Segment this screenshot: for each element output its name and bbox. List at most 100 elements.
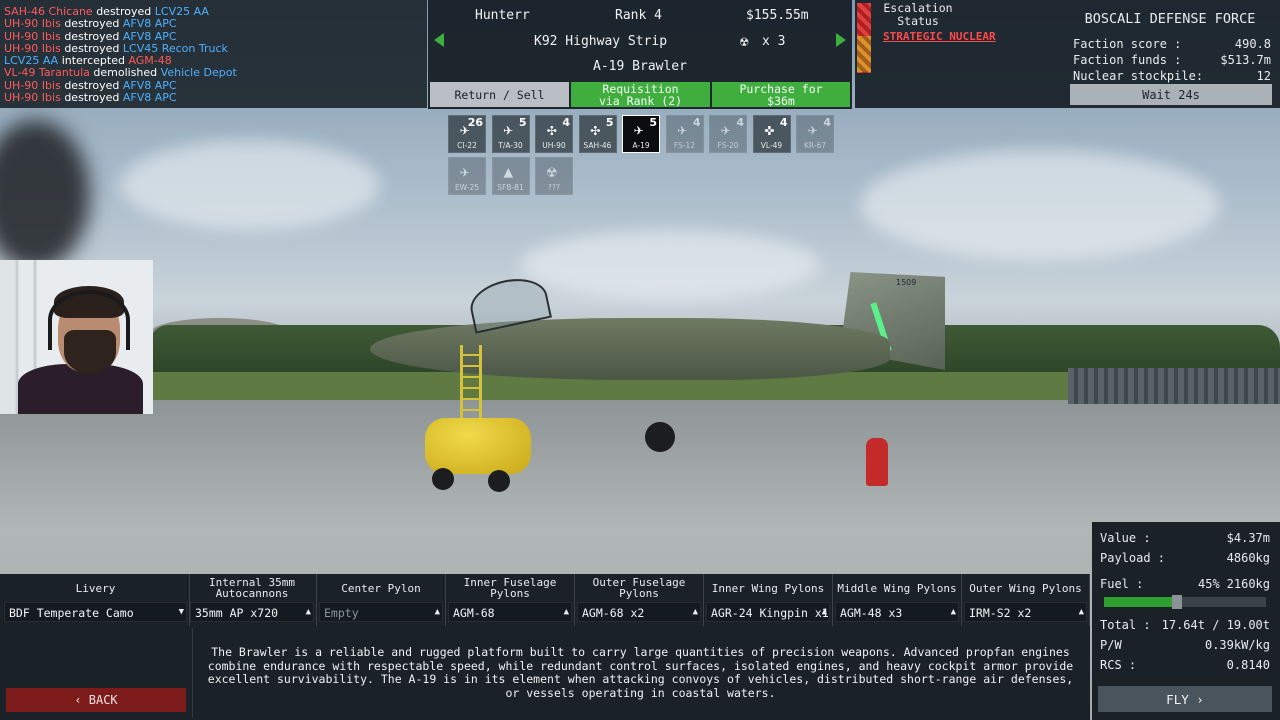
target: LCV45 Recon Truck	[122, 41, 228, 55]
loadout-dropdown[interactable]: AGM-68 x2	[577, 602, 701, 622]
back-button[interactable]: ‹ BACK	[6, 688, 186, 712]
attacker: VL-49 Tarantula	[4, 66, 90, 80]
attacker: UH-90 Ibis	[4, 41, 61, 55]
requisition-label: Requisition	[602, 81, 679, 96]
faction-score: 490.8	[1234, 37, 1271, 51]
location-row: K92 Highway Strip ☢ x 3	[428, 34, 852, 50]
rcs-label: RCS :	[1100, 658, 1137, 672]
purchase-price: $36m	[767, 93, 795, 108]
smoke-plume	[0, 120, 90, 270]
target: AGM-48	[128, 54, 172, 68]
dropdown-arrow-icon[interactable]: ▲	[951, 607, 956, 617]
fuel-slider-handle[interactable]	[1171, 595, 1182, 609]
aircraft-label: FS-20	[717, 141, 739, 150]
aircraft-slot-vl49[interactable]: ✜ 4 VL-49	[752, 115, 791, 153]
hangar-building	[1068, 368, 1280, 404]
loadout-panel: Livery BDF Temperate Camo ▼ Internal 35mm A…	[0, 574, 1090, 720]
attacker: SAH-46 Chicane	[4, 5, 93, 18]
fuel-label: Fuel :	[1100, 577, 1144, 591]
cart-wheel	[432, 468, 454, 490]
radiation-icon: ☢	[740, 34, 749, 50]
action-verb: demolished	[93, 66, 158, 80]
fuel-cart	[425, 418, 531, 474]
purchase-button[interactable]: Purchase for $36m	[712, 82, 850, 107]
location-name: K92 Highway Strip	[534, 34, 668, 49]
faction-funds-row: Faction funds : $513.7m	[1073, 53, 1271, 67]
loadout-dropdown[interactable]: AGR-24 Kingpin x12	[706, 602, 830, 622]
aircraft-description: The Brawler is a reliable and rugged pla…	[192, 628, 1088, 718]
loadout-dropdown[interactable]: 35mm AP x720	[190, 602, 314, 622]
dropdown-arrow-icon[interactable]: ▼	[179, 607, 184, 617]
aircraft-label: FS-12	[673, 141, 696, 150]
loadout-header: Outer Wing Pylons	[969, 581, 1082, 595]
nuke-count: x 3	[762, 34, 786, 49]
power-weight: 0.39kW/kg	[1204, 638, 1270, 652]
loadout-dropdown[interactable]: BDF Temperate Camo	[4, 602, 187, 622]
value-label: Value :	[1100, 531, 1151, 545]
aircraft-count: 5	[605, 116, 614, 129]
dropdown-arrow-icon[interactable]: ▲	[693, 607, 698, 617]
faction-score-row: Faction score : 490.8	[1073, 37, 1271, 51]
loadout-dropdown[interactable]: AGM-48 x3	[835, 602, 959, 622]
pw-label: P/W	[1100, 638, 1122, 652]
total-weight: 17.64t / 19.00t	[1161, 618, 1270, 632]
action-verb: destroyed	[64, 41, 120, 55]
aircraft-count: 26	[467, 116, 483, 129]
dropdown-arrow-icon[interactable]: ▲	[306, 607, 311, 617]
target: AFV8 APC	[122, 29, 177, 43]
target: AFV8 APC	[122, 78, 177, 92]
escalation-level: STRATEGIC NUCLEAR	[883, 30, 996, 43]
aircraft-slot-ta30[interactable]: ✈ 5 T/A-30	[491, 115, 530, 153]
requisition-button[interactable]: Requisition via Rank (2)	[571, 82, 710, 107]
aircraft-count: 4	[562, 116, 570, 129]
attacker: UH-90 Ibis	[4, 78, 61, 92]
loadout-slot-inner-fuselage-pylons: Inner Fuselage Pylons AGM-68 ▲	[446, 574, 575, 626]
player-info-row: Hunterr Rank 4 $155.55m	[428, 8, 852, 24]
target: AFV8 APC	[122, 17, 177, 31]
aircraft-slot-[interactable]: ☢???	[535, 157, 573, 195]
loadout-dropdown[interactable]: AGM-68	[448, 602, 572, 622]
helicopter-icon: ✣	[590, 120, 601, 139]
aircraft-slot-sfb81[interactable]: ▲ SFB-81	[491, 157, 530, 195]
loadout-dropdown[interactable]: Empty	[319, 602, 443, 622]
dropdown-arrow-icon[interactable]: ▲	[435, 607, 440, 617]
player-funds: $155.55m	[746, 8, 809, 23]
aircraft-slot-ci22[interactable]: ✈ 26 CI-22	[448, 115, 486, 153]
aircraft-slot-ew25[interactable]: ✈ EW-25	[448, 157, 486, 195]
return-sell-button[interactable]: Return / Sell	[430, 82, 569, 107]
escalation-status: Escalation Status STRATEGIC NUCLEAR	[855, 0, 1065, 108]
loadout-header: Inner Wing Pylons	[711, 581, 825, 595]
aircraft-slot-kr67[interactable]: ✈ 4 KR-67	[796, 115, 834, 153]
faction-funds: $513.7m	[1220, 53, 1271, 67]
aircraft-label: CI-22	[457, 141, 477, 150]
fuel-slider[interactable]	[1104, 595, 1266, 609]
fly-button[interactable]: FLY ›	[1098, 686, 1272, 712]
aircraft-label: ???	[548, 183, 560, 192]
aircraft-count: 4	[823, 116, 831, 129]
wait-button[interactable]: Wait 24s	[1070, 84, 1272, 105]
aircraft-slot-fs20[interactable]: ✈ 4 FS-20	[709, 115, 747, 153]
payload-label: Payload :	[1100, 551, 1166, 565]
fly-label: FLY ›	[1166, 691, 1204, 707]
aircraft-slot-uh90[interactable]: ✣ 4 UH-90	[535, 115, 573, 153]
webcam-overlay	[0, 260, 153, 414]
tail-number: 1509	[896, 278, 917, 287]
boarding-ladder	[460, 345, 482, 425]
total-row: Total : 17.64t / 19.00t	[1100, 618, 1270, 632]
dropdown-arrow-icon[interactable]: ▲	[564, 607, 569, 617]
aircraft-slot-a19[interactable]: ✈ 5 A-19	[622, 115, 660, 153]
dropdown-arrow-icon[interactable]: ▲	[1079, 607, 1084, 617]
aircraft-slot-fs12[interactable]: ✈ 4 FS-12	[665, 115, 704, 153]
attacker: UH-90 Ibis	[4, 91, 61, 105]
fuel-percent: 45%	[1198, 577, 1220, 591]
loadout-dropdown[interactable]: IRM-S2 x2	[964, 602, 1087, 622]
dropdown-arrow-icon[interactable]: ▲	[822, 607, 827, 617]
loadout-slot-middle-wing-pylons: Middle Wing Pylons AGM-48 x3 ▲	[833, 574, 962, 626]
loadout-slot-inner-wing-pylons: Inner Wing Pylons AGR-24 Kingpin x12 ▲	[704, 574, 833, 626]
next-location-arrow[interactable]	[836, 33, 846, 47]
cloud	[520, 230, 820, 300]
attacker: UH-90 Ibis	[4, 29, 61, 43]
aircraft-model	[370, 318, 890, 380]
aircraft-slot-sah46[interactable]: ✣ 5 SAH-46	[578, 115, 617, 153]
landing-gear-wheel	[645, 422, 675, 452]
